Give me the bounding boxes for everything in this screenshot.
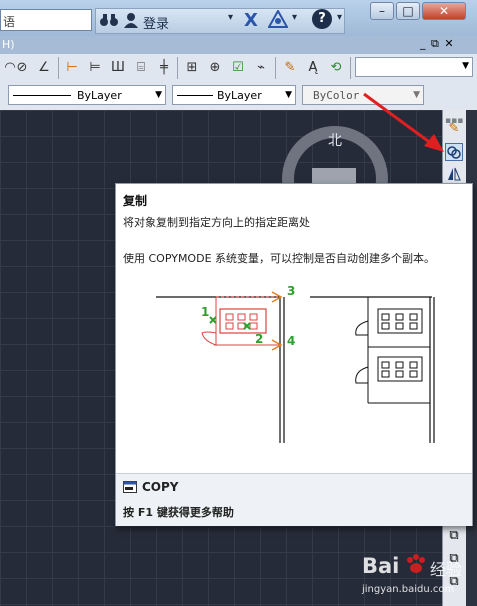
- exchange-x-icon[interactable]: X: [244, 10, 258, 31]
- toolbar-separator: [275, 57, 276, 79]
- command-name: COPY: [142, 480, 179, 494]
- quick-dimension-icon[interactable]: ⊢: [62, 58, 82, 78]
- tooltip-detail: 使用 COPYMODE 系统变量，可以控制是否自动创建多个副本。: [123, 252, 436, 265]
- menu-fragment[interactable]: H): [2, 38, 15, 51]
- watermark-suffix: 经验: [430, 560, 463, 579]
- tolerance-icon[interactable]: ⊞: [182, 58, 202, 78]
- search-input[interactable]: 语: [0, 9, 92, 31]
- jogged-linear-icon[interactable]: ⌁: [251, 58, 271, 78]
- dimension-edit-icon[interactable]: ✎: [280, 58, 300, 78]
- toolbar-separator: [177, 57, 178, 79]
- dimension-space-icon[interactable]: ⌸: [131, 58, 151, 78]
- baseline-dimension-icon[interactable]: ⊨: [85, 58, 105, 78]
- document-window-controls[interactable]: _ ⧉ ✕: [420, 37, 455, 51]
- binoculars-icon[interactable]: [100, 13, 118, 31]
- user-icon[interactable]: [124, 12, 138, 31]
- watermark: Bai 经验 jingyan.baidu.com: [360, 548, 472, 604]
- minimize-button[interactable]: –: [370, 2, 394, 20]
- callout-4: 4: [287, 334, 296, 348]
- callout-2: 2: [255, 332, 264, 346]
- tooltip-title: 复制: [123, 194, 148, 208]
- chevron-down-icon[interactable]: ▾: [337, 12, 342, 23]
- palette-tool-icon[interactable]: ⧉: [445, 527, 463, 545]
- copy-illustration: [150, 285, 450, 445]
- tooltip-description: 将对象复制到指定方向上的指定距离处: [123, 216, 310, 229]
- viewcube-north-label: 北: [328, 133, 342, 149]
- continue-dimension-icon[interactable]: Ш: [108, 58, 128, 78]
- watermark-brand: Bai: [362, 554, 400, 578]
- chevron-down-icon[interactable]: ▾: [292, 12, 297, 23]
- annotation-arrow: [360, 88, 450, 158]
- close-button[interactable]: ✕: [422, 2, 466, 20]
- callout-1: 1: [201, 305, 210, 319]
- circle-slash-icon[interactable]: ⊘: [12, 58, 32, 78]
- paw-icon: [407, 554, 425, 573]
- toolbar-separator: [58, 57, 59, 79]
- center-mark-icon[interactable]: ⊕: [205, 58, 225, 78]
- dimension-style-select[interactable]: ▼: [355, 57, 473, 77]
- linetype-select[interactable]: ByLayer ▼: [8, 85, 166, 105]
- document-bar: [0, 36, 477, 54]
- dimension-break-icon[interactable]: ╪: [154, 58, 174, 78]
- mirror-icon[interactable]: [445, 166, 463, 184]
- help-icon[interactable]: ?: [312, 9, 332, 29]
- angle-icon[interactable]: ∠: [34, 58, 54, 78]
- lineweight-select[interactable]: ByLayer ▼: [172, 85, 296, 105]
- inspection-icon[interactable]: ☑: [228, 58, 248, 78]
- watermark-url: jingyan.baidu.com: [362, 584, 455, 595]
- dimension-text-edit-icon[interactable]: Ą: [303, 58, 323, 78]
- a360-icon[interactable]: [267, 8, 289, 31]
- help-hint: 按 F1 键获得更多帮助: [123, 506, 234, 519]
- chevron-down-icon[interactable]: ▾: [228, 12, 233, 23]
- login-label[interactable]: 登录: [143, 13, 169, 32]
- maximize-button[interactable]: □: [396, 2, 420, 20]
- callout-3: 3: [287, 284, 296, 298]
- command-icon: [123, 481, 137, 496]
- toolbar-separator: [350, 57, 351, 79]
- dimension-update-icon[interactable]: ⟲: [326, 58, 346, 78]
